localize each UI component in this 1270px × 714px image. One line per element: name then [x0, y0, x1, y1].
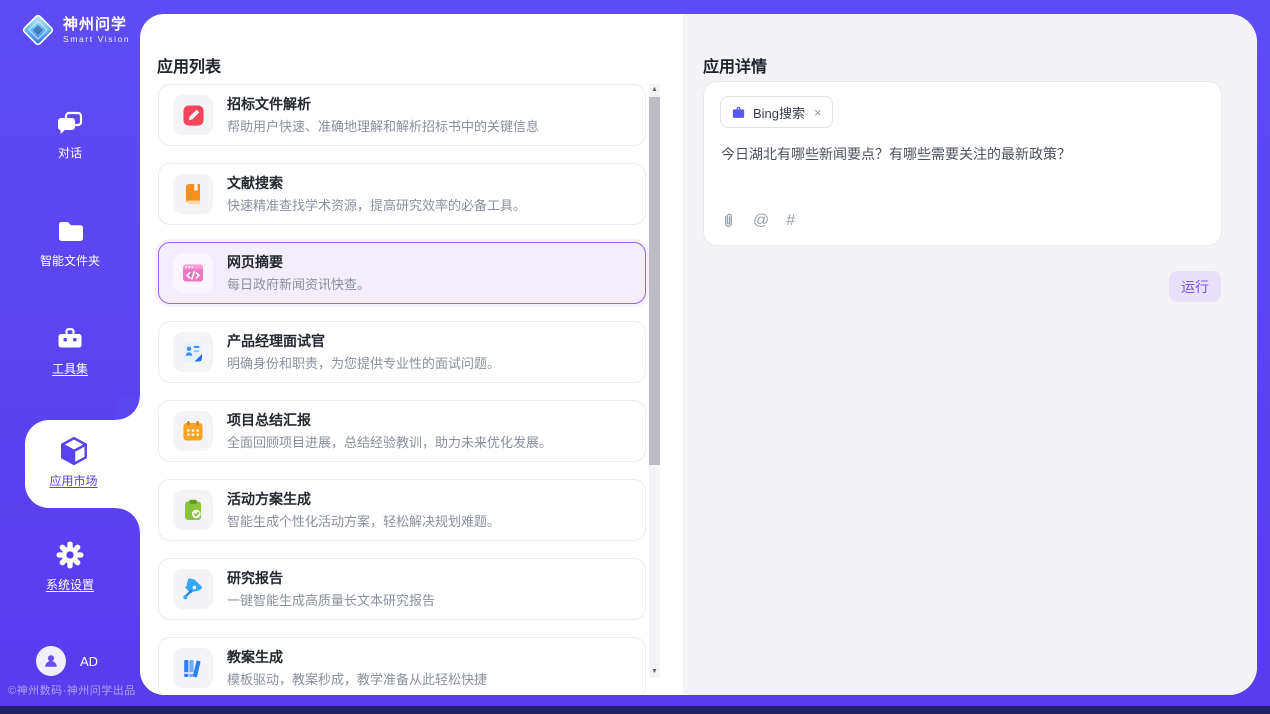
run-button[interactable]: 运行 [1169, 271, 1221, 302]
app-card-desc: 明确身份和职责，为您提供专业性的面试问题。 [227, 353, 500, 372]
calendar-icon [181, 419, 205, 443]
app-icon-box [173, 95, 213, 135]
app-icon-box [173, 332, 213, 372]
user-name: AD [80, 654, 98, 669]
books-icon [181, 656, 205, 680]
sidebar-item-app-market[interactable]: 应用市场 [25, 420, 140, 508]
gear-icon [55, 540, 85, 570]
scrollbar[interactable]: ▲ ▼ [649, 84, 660, 678]
app-card-title: 产品经理面试官 [227, 332, 500, 350]
tool-tag-label: Bing搜索 [753, 103, 805, 122]
gem-icon [20, 12, 56, 48]
scroll-up-arrow-icon[interactable]: ▲ [649, 84, 660, 96]
brand-name: 神州问学 [63, 16, 130, 34]
app-list-title: 应用列表 [157, 53, 221, 77]
app-detail-title: 应用详情 [703, 53, 767, 77]
main-content: 应用列表 招标文件解析 帮助用户快速、准确地理解和解析招标书中的关键信息 [140, 14, 1257, 695]
sidebar-item-label: 系统设置 [46, 578, 94, 592]
toolbox-icon [55, 324, 85, 354]
app-card-desc: 全面回顾项目进展，总结经验教训，助力未来优化发展。 [227, 432, 552, 451]
app-card-desc: 每日政府新闻资讯快查。 [227, 274, 370, 293]
app-card-activity-plan[interactable]: 活动方案生成 智能生成个性化活动方案，轻松解决规划难题。 [158, 479, 646, 541]
app-icon-box [173, 490, 213, 530]
sidebar-item-toolbox[interactable]: 工具集 [0, 324, 140, 378]
app-card-title: 项目总结汇报 [227, 411, 552, 429]
user-account[interactable]: AD [36, 646, 98, 676]
brand-subtitle: Smart Vision [63, 34, 130, 44]
hash-icon[interactable]: # [786, 213, 795, 229]
user-icon [42, 652, 60, 670]
app-card-desc: 智能生成个性化活动方案，轻松解决规划难题。 [227, 511, 500, 530]
scroll-down-arrow-icon[interactable]: ▼ [649, 666, 660, 678]
clipboard-check-icon [181, 498, 205, 522]
sidebar-item-smart-folder[interactable]: 智能文件夹 [0, 216, 140, 270]
composer-toolbar: @ # [721, 212, 795, 229]
scrollbar-thumb[interactable] [649, 97, 660, 465]
app-card-bid-parse[interactable]: 招标文件解析 帮助用户快速、准确地理解和解析招标书中的关键信息 [158, 84, 646, 146]
composer-card: Bing搜索 × 今日湖北有哪些新闻要点？有哪些需要关注的最新政策？ @ # [703, 81, 1222, 246]
sidebar-item-label: 智能文件夹 [40, 254, 100, 268]
brand-logo: 神州问学 Smart Vision [20, 12, 130, 48]
app-icon-box [173, 569, 213, 609]
attachment-icon[interactable] [721, 212, 736, 229]
clipboard-person-icon [181, 340, 205, 364]
app-card-title: 招标文件解析 [227, 95, 539, 113]
app-card-desc: 帮助用户快速、准确地理解和解析招标书中的关键信息 [227, 116, 539, 135]
app-card-title: 研究报告 [227, 569, 435, 587]
app-window: 神州问学 Smart Vision 对话 智能文件夹 工具 [0, 0, 1270, 714]
app-card-literature-search[interactable]: 文献搜索 快速精准查找学术资源，提高研究效率的必备工具。 [158, 163, 646, 225]
mention-icon[interactable]: @ [753, 213, 769, 229]
app-icon-box [173, 253, 213, 293]
close-icon[interactable]: × [814, 106, 822, 119]
pen-square-icon [182, 104, 205, 127]
app-card-title: 教案生成 [227, 648, 487, 666]
avatar [36, 646, 66, 676]
app-card-research-report[interactable]: 研究报告 一键智能生成高质量长文本研究报告 [158, 558, 646, 620]
cube-icon [58, 435, 90, 467]
chat-icon [55, 108, 85, 138]
sidebar-item-label: 对话 [58, 146, 82, 160]
app-card-pm-interviewer[interactable]: 产品经理面试官 明确身份和职责，为您提供专业性的面试问题。 [158, 321, 646, 383]
sidebar: 神州问学 Smart Vision 对话 智能文件夹 工具 [0, 0, 140, 706]
app-card-title: 活动方案生成 [227, 490, 500, 508]
ink-pen-icon [181, 577, 205, 601]
app-card-desc: 快速精准查找学术资源，提高研究效率的必备工具。 [227, 195, 526, 214]
app-card-project-summary[interactable]: 项目总结汇报 全面回顾项目进展，总结经验教训，助力未来优化发展。 [158, 400, 646, 462]
app-icon-box [173, 648, 213, 688]
app-list: 招标文件解析 帮助用户快速、准确地理解和解析招标书中的关键信息 文献搜索 快速精… [158, 84, 646, 695]
sidebar-item-label: 应用市场 [49, 474, 97, 488]
browser-code-icon [181, 261, 205, 285]
app-card-desc: 模板驱动，教案秒成，教学准备从此轻松快捷 [227, 669, 487, 688]
app-card-web-digest[interactable]: 网页摘要 每日政府新闻资讯快查。 [158, 242, 646, 304]
tool-tag-bing-search: Bing搜索 × [720, 96, 833, 128]
app-card-desc: 一键智能生成高质量长文本研究报告 [227, 590, 435, 609]
sidebar-item-chat[interactable]: 对话 [0, 108, 140, 162]
app-icon-box [173, 174, 213, 214]
app-card-lesson-plan[interactable]: 教案生成 模板驱动，教案秒成，教学准备从此轻松快捷 [158, 637, 646, 695]
app-card-title: 文献搜索 [227, 174, 526, 192]
book-icon [181, 182, 205, 206]
query-input[interactable]: 今日湖北有哪些新闻要点？有哪些需要关注的最新政策？ [721, 144, 1205, 164]
sidebar-item-label: 工具集 [52, 362, 88, 376]
app-icon-box [173, 411, 213, 451]
sidebar-item-settings[interactable]: 系统设置 [0, 540, 140, 594]
copyright-footer: ©神州数码·神州问学出品 [8, 682, 148, 698]
briefcase-icon [731, 105, 746, 120]
bottom-edge-bar [0, 706, 1270, 714]
app-card-title: 网页摘要 [227, 253, 370, 271]
folder-icon [55, 216, 85, 246]
